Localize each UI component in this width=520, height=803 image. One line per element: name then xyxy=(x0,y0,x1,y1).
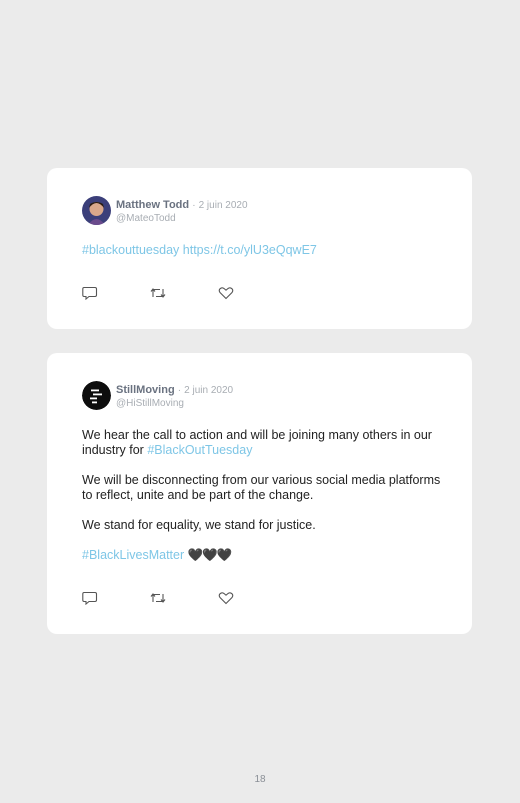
author-handle[interactable]: @MateoTodd xyxy=(116,213,248,225)
like-icon[interactable] xyxy=(218,591,234,605)
author-handle[interactable]: @HiStillMoving xyxy=(116,398,233,410)
black-heart-emoji: 🖤🖤🖤 xyxy=(187,548,233,562)
tweet-card-1: Matthew Todd · 2 juin 2020 @MateoTodd #b… xyxy=(47,168,472,329)
author-name[interactable]: StillMoving xyxy=(116,384,175,396)
tweet-text: We stand for equality, we stand for just… xyxy=(82,518,316,532)
retweet-icon[interactable] xyxy=(150,591,166,605)
tweet-body: #blackouttuesday https://t.co/ylU3eQqwE7 xyxy=(82,243,452,273)
page-number: 18 xyxy=(254,774,266,785)
separator: · xyxy=(177,385,182,396)
tweet-text: We will be disconnecting from our variou… xyxy=(82,473,441,502)
retweet-icon[interactable] xyxy=(150,286,166,300)
tweet-date[interactable]: 2 juin 2020 xyxy=(184,385,233,396)
reply-icon[interactable] xyxy=(82,591,98,605)
reply-icon[interactable] xyxy=(82,286,98,300)
avatar[interactable] xyxy=(82,196,111,225)
tweet-link[interactable]: https://t.co/ylU3eQqwE7 xyxy=(179,243,317,257)
hashtag-link[interactable]: #blackouttuesday xyxy=(82,243,179,257)
tweet-card-2: StillMoving · 2 juin 2020 @HiStillMoving… xyxy=(47,353,472,634)
author-name[interactable]: Matthew Todd xyxy=(116,199,189,211)
separator: · xyxy=(192,200,196,211)
tweet-body: We hear the call to action and will be j… xyxy=(82,428,452,578)
avatar[interactable] xyxy=(82,381,111,410)
hashtag-link[interactable]: #BlackLivesMatter xyxy=(82,548,184,562)
tweet-date[interactable]: 2 juin 2020 xyxy=(199,200,248,211)
tweet-text: We hear the call to action and will be j… xyxy=(82,428,432,457)
hashtag-link[interactable]: #BlackOutTuesday xyxy=(147,443,252,457)
like-icon[interactable] xyxy=(218,286,234,300)
